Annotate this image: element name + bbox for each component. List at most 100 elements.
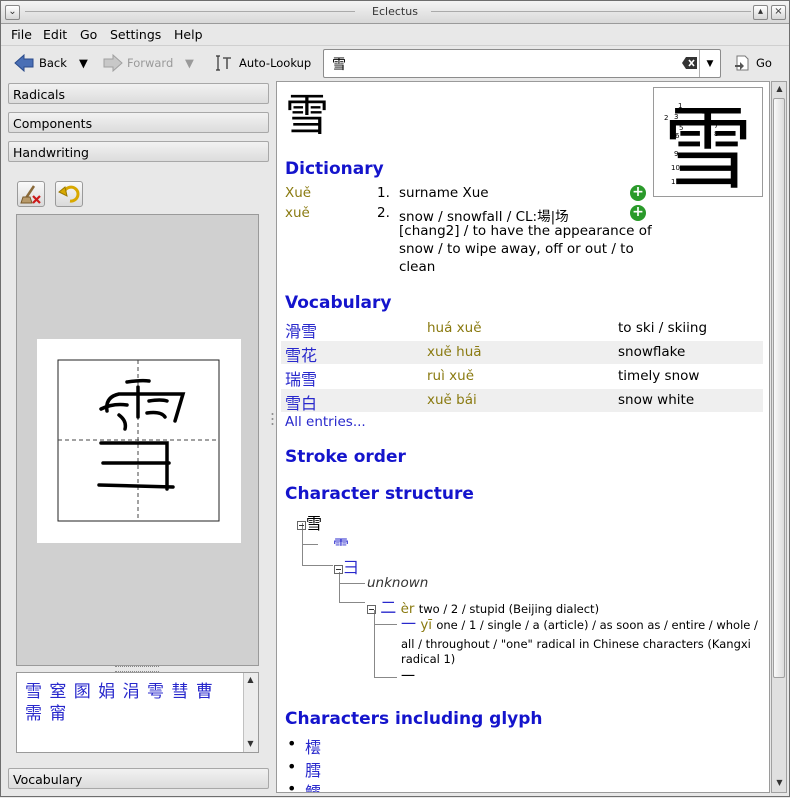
forward-button[interactable]: Forward (102, 54, 173, 72)
auto-lookup-toggle[interactable]: Auto-Lookup (215, 54, 311, 72)
including-char-link[interactable]: 膤 (287, 757, 321, 781)
app-window: ⌄ Eclectus ▴ × File Edit Go Settings Hel… (0, 0, 790, 797)
menu-help[interactable]: Help (174, 27, 203, 42)
search-combobox[interactable]: ▼ (323, 49, 721, 78)
svg-text:6: 6 (675, 132, 680, 140)
content-scrollbar[interactable]: ▲ ▼ (771, 81, 787, 793)
drawn-character-strokes (57, 359, 220, 522)
structure-node-component[interactable]: ⻗ (333, 532, 349, 556)
forward-history-dropdown[interactable]: ▼ (185, 54, 194, 72)
structure-node-yi-meaning: all / throughout / "one" radical in Chin… (401, 637, 751, 651)
collapse-toggle-icon[interactable] (334, 564, 343, 574)
structure-node-component[interactable]: 彐 (334, 554, 359, 578)
toolbar: Back ▼ Forward ▼ Auto-Lookup ▼ (1, 45, 789, 80)
vocabulary-row: 滑雪 huá xuě to ski / skiing (281, 317, 763, 342)
go-button[interactable]: Go (733, 54, 772, 72)
arrow-left-icon (13, 54, 35, 72)
vocab-meaning: snowflake (618, 344, 686, 360)
go-label: Go (756, 56, 772, 70)
clear-drawing-button[interactable] (17, 181, 45, 207)
svg-text:11: 11 (671, 178, 680, 186)
title-bar[interactable]: ⌄ Eclectus ▴ × (1, 1, 789, 24)
entry-definition-line: [chang2] / to have the appearance of (399, 223, 652, 239)
character-structure-heading: Character structure (285, 484, 474, 504)
menu-go[interactable]: Go (80, 27, 97, 42)
search-input[interactable] (330, 54, 674, 74)
svg-text:10: 10 (671, 164, 680, 172)
clear-text-icon[interactable] (682, 56, 698, 70)
section-vocabulary[interactable]: Vocabulary (8, 768, 269, 789)
vocab-word-link[interactable]: 雪花 (285, 342, 317, 366)
entry-reading: Xuě (285, 185, 312, 201)
vocab-reading: xuě bái (427, 392, 477, 408)
character-view: 雪 雪 1 2 3 4 5 6 7 8 9 10 11 Dictionary X… (276, 81, 770, 793)
chevron-down-icon: ▼ (185, 56, 194, 70)
pane-splitter[interactable] (270, 79, 275, 795)
vocabulary-heading: Vocabulary (285, 293, 392, 313)
entry-definition-line: snow / to wipe away, off or out / to (399, 241, 634, 257)
all-entries-link[interactable]: All entries... (285, 414, 366, 430)
undo-icon (58, 184, 80, 204)
vocab-meaning: snow white (618, 392, 695, 408)
arrow-up-icon[interactable]: ▲ (246, 675, 255, 684)
including-char-link[interactable]: 橒 (287, 734, 321, 758)
vocab-reading: huá xuě (427, 320, 482, 336)
broom-clear-icon (20, 184, 42, 204)
vocab-reading: xuě huā (427, 344, 482, 360)
arrow-right-icon (102, 54, 124, 72)
undo-stroke-button[interactable] (55, 181, 83, 207)
handwriting-results: 雪 窒 圂 娟 涓 雩 彗 曹 需 甯 ▲ ▼ (16, 672, 259, 753)
section-radicals[interactable]: Radicals (8, 83, 269, 104)
stroke-order-heading: Stroke order (285, 447, 406, 467)
vocab-word-link[interactable]: 雪白 (285, 390, 317, 414)
dictionary-heading: Dictionary (285, 159, 384, 179)
back-history-dropdown[interactable]: ▼ (79, 54, 88, 72)
structure-node-root[interactable]: 雪 (297, 510, 322, 534)
headword-character: 雪 (285, 90, 329, 141)
arrow-down-icon[interactable]: ▼ (775, 778, 784, 787)
entry-reading: xuě (285, 205, 310, 221)
entry-number: 2. (377, 205, 390, 221)
auto-lookup-label: Auto-Lookup (239, 56, 312, 70)
svg-text:4: 4 (702, 109, 707, 117)
close-button[interactable]: × (771, 5, 786, 20)
including-char-link[interactable]: 鳕 (287, 779, 321, 792)
vocab-word-link[interactable]: 滑雪 (285, 318, 317, 342)
vocabulary-row: 雪白 xuě bái snow white (281, 389, 763, 414)
handwriting-canvas[interactable] (37, 339, 241, 543)
svg-text:7: 7 (714, 122, 718, 130)
add-to-vocabulary-button[interactable]: + (630, 185, 646, 201)
results-scrollbar[interactable]: ▲ ▼ (243, 673, 258, 752)
candidate-characters[interactable]: 雪 窒 圂 娟 涓 雩 彗 曹 需 甯 (25, 681, 237, 725)
sidebar: Radicals Components Handwriting 雪 窒 圂 娟 … (5, 81, 269, 795)
vocab-reading: ruì xuě (427, 368, 474, 384)
handwriting-area (16, 214, 259, 666)
menu-settings[interactable]: Settings (110, 27, 161, 42)
menu-edit[interactable]: Edit (43, 27, 67, 42)
svg-text:1: 1 (678, 102, 682, 110)
add-to-vocabulary-button[interactable]: + (630, 205, 646, 221)
arrow-down-icon[interactable]: ▼ (246, 739, 255, 748)
collapse-toggle-icon[interactable] (297, 520, 306, 530)
entry-definition-line: clean (399, 259, 436, 275)
stroke-order-image: 雪 1 2 3 4 5 6 7 8 9 10 11 (653, 87, 763, 202)
svg-text:8: 8 (714, 130, 718, 138)
section-components[interactable]: Components (8, 112, 269, 133)
scrollbar-thumb[interactable] (773, 98, 785, 678)
back-button[interactable]: Back (13, 54, 67, 72)
svg-text:5: 5 (679, 124, 683, 132)
maximize-button[interactable]: ▴ (753, 5, 768, 20)
menu-file[interactable]: File (11, 27, 32, 42)
arrow-up-icon[interactable]: ▲ (775, 84, 784, 93)
structure-node-yi: 一 yī one / 1 / single / a (article) / as… (401, 615, 758, 633)
section-handwriting[interactable]: Handwriting (8, 141, 269, 162)
menubar: File Edit Go Settings Help (1, 24, 789, 45)
structure-node-yi-meaning: radical 1) (401, 652, 456, 666)
structure-node-yi2[interactable]: 一 (401, 666, 415, 686)
collapse-toggle-icon[interactable] (367, 604, 376, 614)
vocab-word-link[interactable]: 瑞雪 (285, 366, 317, 390)
svg-text:2: 2 (664, 114, 668, 122)
search-history-dropdown[interactable]: ▼ (699, 50, 720, 77)
back-label: Back (39, 56, 67, 70)
vocabulary-row: 雪花 xuě huā snowflake (281, 341, 763, 366)
